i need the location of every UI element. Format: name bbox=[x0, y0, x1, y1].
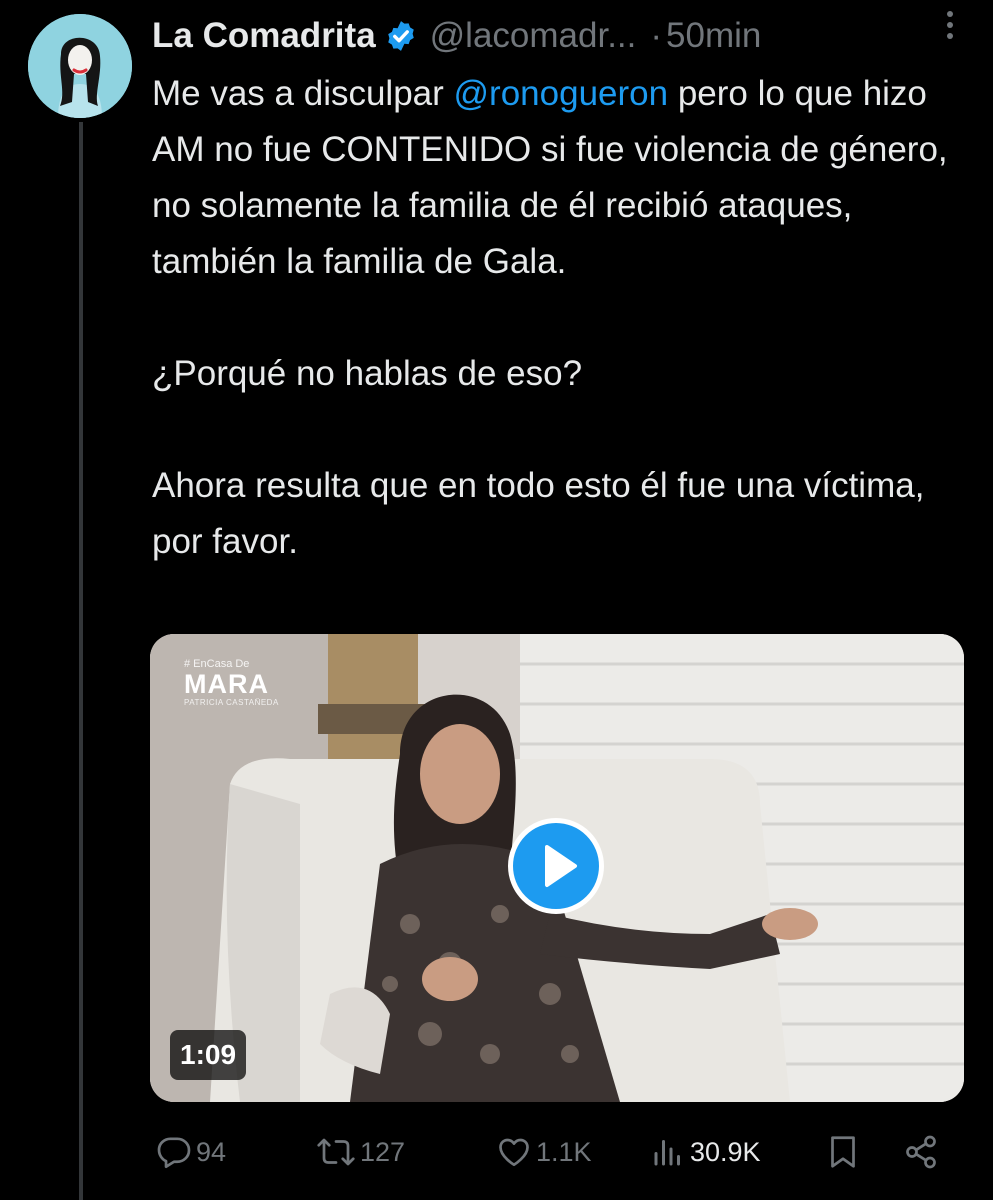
tweet-paragraph-3: Ahora resulta que en todo esto él fue un… bbox=[152, 466, 925, 561]
display-name[interactable]: La Comadrita bbox=[152, 16, 376, 56]
views-icon bbox=[654, 1140, 680, 1166]
video-duration: 1:09 bbox=[170, 1030, 247, 1080]
bookmark-icon bbox=[831, 1136, 855, 1168]
action-bar: 94 127 1.1K 30.9K bbox=[150, 1126, 970, 1178]
repost-icon bbox=[317, 1138, 355, 1166]
play-button[interactable] bbox=[508, 818, 604, 914]
brand-main-text: MARA bbox=[184, 669, 269, 699]
tweet-text: Me vas a disculpar @ronogueron pero lo q… bbox=[152, 66, 952, 570]
like-count: 1.1K bbox=[536, 1136, 592, 1167]
share-button[interactable] bbox=[902, 1126, 940, 1178]
user-handle[interactable]: @lacomadr... bbox=[430, 16, 637, 56]
repost-count: 127 bbox=[360, 1136, 406, 1167]
heart-icon bbox=[499, 1138, 529, 1167]
bookmark-button[interactable] bbox=[826, 1126, 860, 1178]
verified-badge-icon bbox=[384, 19, 418, 53]
avatar[interactable] bbox=[28, 14, 132, 118]
tweet-paragraph-1: Me vas a disculpar @ronogueron pero lo q… bbox=[152, 66, 952, 290]
brand-top-text: # EnCasa De bbox=[184, 658, 250, 670]
mention-link[interactable]: @ronogueron bbox=[454, 74, 669, 113]
separator-dot: · bbox=[650, 16, 663, 55]
reply-icon bbox=[157, 1137, 191, 1169]
thread-line bbox=[79, 122, 83, 1200]
timestamp[interactable]: 50min bbox=[666, 16, 761, 56]
tweet-text-prefix: Me vas a disculpar bbox=[152, 74, 454, 113]
reply-count: 94 bbox=[196, 1136, 227, 1167]
more-options-icon[interactable] bbox=[943, 8, 957, 42]
repost-button[interactable]: 127 bbox=[316, 1126, 405, 1178]
like-button[interactable]: 1.1K bbox=[496, 1126, 592, 1178]
video-player[interactable]: # EnCasa De MARA PATRICIA CASTAÑEDA 1:09 bbox=[150, 634, 964, 1102]
share-icon bbox=[906, 1135, 936, 1169]
play-icon bbox=[545, 845, 577, 887]
brand-sub-text: PATRICIA CASTAÑEDA bbox=[184, 698, 279, 707]
tweet-header: La Comadrita @lacomadr... · 50min bbox=[152, 12, 972, 60]
reply-button[interactable]: 94 bbox=[156, 1126, 226, 1178]
tweet-paragraph-2: ¿Porqué no hablas de eso? bbox=[152, 354, 583, 393]
views-count: 30.9K bbox=[690, 1136, 761, 1167]
video-brand-overlay: # EnCasa De MARA PATRICIA CASTAÑEDA bbox=[184, 658, 279, 707]
views-button[interactable]: 30.9K bbox=[650, 1126, 761, 1178]
